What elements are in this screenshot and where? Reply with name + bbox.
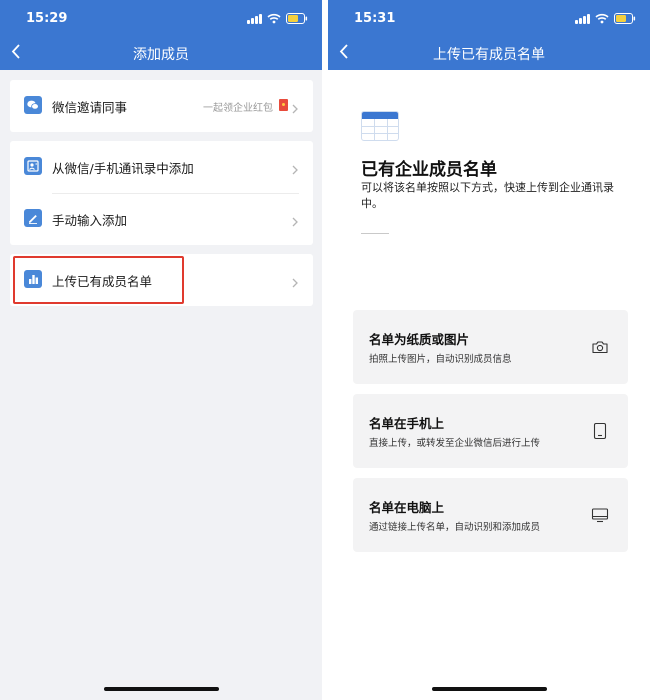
chevron-right-icon [290,161,300,175]
wifi-icon [267,13,281,24]
divider [361,233,389,234]
header-bar: 15:31 上传已有成员名单 [328,0,650,70]
contacts-icon [24,157,42,175]
status-icons [247,11,308,25]
wechat-icon [24,96,42,114]
home-indicator [432,687,547,691]
contacts-import-row[interactable]: 从微信/手机通讯录中添加 [10,141,313,193]
upload-list-screen: 15:31 上传已有成员名单 已有企业成员名单 可以将该名单按照以下方式，快速上… [328,0,650,700]
manual-input-row[interactable]: 手动输入添加 [10,193,313,245]
row-label: 手动输入添加 [52,213,128,228]
status-time: 15:29 [26,11,68,26]
upload-list-row[interactable]: 上传已有成员名单 [10,254,313,306]
monitor-icon [591,506,609,524]
header-bar: 15:29 添加成员 [0,0,322,70]
option-title: 名单在手机上 [369,416,445,431]
invite-card: 微信邀请同事 一起领企业红包 [10,80,313,132]
row-label: 微信邀请同事 [52,100,128,115]
wechat-invite-row[interactable]: 微信邀请同事 一起领企业红包 [10,80,313,132]
battery-icon [614,12,636,24]
status-time: 15:31 [354,11,396,26]
pencil-icon [24,209,42,227]
battery-icon [286,12,308,24]
hero-description: 可以将该名单按照以下方式，快速上传到企业通讯录中。 [361,181,614,210]
option-title: 名单在电脑上 [369,500,445,515]
chevron-right-icon [290,213,300,227]
option-subtitle: 拍照上传图片，自动识别成员信息 [369,354,512,365]
option-on-phone[interactable]: 名单在手机上 直接上传，或转发至企业微信后进行上传 [353,394,628,468]
add-methods-card: 从微信/手机通讯录中添加 手动输入添加 [10,141,313,245]
option-subtitle: 直接上传，或转发至企业微信后进行上传 [369,438,541,449]
signal-icon [575,13,590,24]
chevron-right-icon [290,100,300,114]
option-title: 名单为纸质或图片 [369,332,470,347]
wifi-icon [595,13,609,24]
chevron-right-icon [290,274,300,288]
row-label: 从微信/手机通讯录中添加 [52,161,194,176]
row-label: 上传已有成员名单 [52,274,153,289]
page-title: 上传已有成员名单 [433,47,545,63]
home-indicator [104,687,219,691]
spreadsheet-icon [361,111,399,141]
option-subtitle: 通过链接上传名单，自动识别和添加成员 [369,522,541,533]
upload-card: 上传已有成员名单 [10,254,313,306]
option-on-computer[interactable]: 名单在电脑上 通过链接上传名单，自动识别和添加成员 [353,478,628,552]
phone-icon [591,422,609,440]
red-packet-icon [279,99,288,111]
bar-chart-icon [24,270,42,288]
red-packet-note: 一起领企业红包 [203,103,273,114]
hero-title: 已有企业成员名单 [361,160,497,180]
page-title: 添加成员 [133,47,189,63]
option-paper-or-image[interactable]: 名单为纸质或图片 拍照上传图片，自动识别成员信息 [353,310,628,384]
add-member-screen: 15:29 添加成员 微信邀请同事 一起领企业红包 从微信/手机通讯录中添加 手… [0,0,322,700]
camera-icon [591,338,609,356]
signal-icon [247,13,262,24]
status-icons [575,11,636,25]
